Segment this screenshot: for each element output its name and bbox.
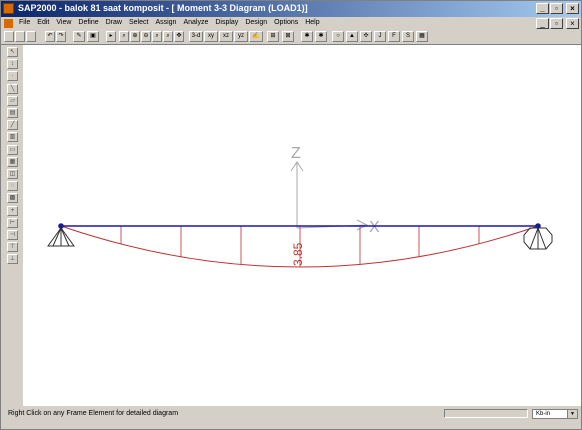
frame-forces-icon[interactable]: F	[388, 31, 400, 42]
menu-bar: File Edit View Define Draw Select Assign Analyz…	[1, 17, 581, 30]
sap2000-app-icon[interactable]	[3, 3, 14, 14]
doc-restore-button[interactable]: ▫	[550, 18, 563, 29]
new-file-icon[interactable]	[4, 31, 14, 42]
open-folder-icon[interactable]	[15, 31, 25, 42]
design-icon[interactable]: S	[402, 31, 414, 42]
zoom-previous-icon[interactable]: ⌕	[163, 31, 173, 42]
quick-frame-icon[interactable]: ▥	[7, 132, 18, 143]
show-deformed-shape-icon[interactable]: ▲	[346, 31, 358, 42]
snap-perpendicular-icon[interactable]: ⊥	[7, 254, 18, 265]
select-all-icon[interactable]: ▦	[7, 156, 18, 167]
status-bar: Right Click on any Frame Element for det…	[1, 407, 581, 429]
zoom-in-icon[interactable]: ⊕	[130, 31, 140, 42]
chevron-down-icon[interactable]: ▼	[567, 410, 577, 418]
pointer-icon[interactable]: ▸	[106, 31, 116, 42]
restore-button[interactable]: ▫	[550, 3, 563, 14]
menu-view[interactable]: View	[56, 19, 71, 26]
status-message: Right Click on any Frame Element for det…	[8, 410, 179, 417]
roller-support-right	[523, 227, 553, 250]
menu-help[interactable]: Help	[305, 19, 319, 26]
status-field	[444, 409, 528, 418]
view-yz-icon[interactable]: yz	[234, 31, 248, 42]
document-icon[interactable]	[4, 19, 13, 28]
move-up-icon[interactable]: ✱	[301, 31, 313, 42]
move-down-icon[interactable]: ✱	[315, 31, 327, 42]
menu-draw[interactable]: Draw	[106, 19, 122, 26]
view-xy-icon[interactable]: xy	[204, 31, 218, 42]
menu-design[interactable]: Design	[245, 19, 267, 26]
table-icon[interactable]: ▦	[416, 31, 428, 42]
minimize-button[interactable]: _	[536, 3, 549, 14]
doc-minimize-button[interactable]: _	[536, 18, 549, 29]
zoom-out-icon[interactable]: ⊖	[141, 31, 151, 42]
redo-icon[interactable]: ↷	[56, 31, 66, 42]
moment-diagram-svg: Z X 3.85	[47, 145, 553, 268]
member-forces-icon[interactable]: J	[374, 31, 386, 42]
get-previous-icon[interactable]: ◫	[7, 169, 18, 179]
snap-middle-icon[interactable]: ⊣	[7, 230, 18, 240]
snap-joint-icon[interactable]: +	[7, 205, 18, 216]
units-dropdown[interactable]: Kb-in ▼	[532, 409, 578, 419]
refresh-window-icon[interactable]: ▣	[87, 31, 99, 42]
save-icon[interactable]	[26, 31, 36, 42]
show-forces-icon[interactable]: ✣	[360, 31, 372, 42]
menu-items: File Edit View Define Draw Select Assign Analyz…	[19, 19, 320, 26]
max-moment-label: 3.85	[291, 242, 305, 266]
snap-end-icon[interactable]: ⊢	[7, 217, 18, 228]
select-pointer-icon[interactable]: ↖	[7, 47, 18, 57]
menu-file[interactable]: File	[19, 19, 30, 26]
units-value: Kb-in	[536, 411, 551, 417]
z-axis-label: Z	[291, 145, 301, 162]
doc-close-button[interactable]: ×	[566, 18, 579, 29]
joint-reactions-icon[interactable]: ○	[332, 31, 344, 42]
quick-draw-icon[interactable]: ▤	[7, 108, 18, 118]
reshape-icon[interactable]: ↕	[7, 59, 18, 70]
window-title: SAP2000 - balok 81 saat komposit - [ Mom…	[18, 3, 308, 13]
main-toolbar: ↶ ↷ ✎ ▣ ▸ ⌕ ⊕ ⊖ ⌕ ⌕ ✥ 3-d xy xz yz ✍ ⊞ ⊠ ✱ ✱ ○ ▲ ✣ J F S ▦	[1, 30, 581, 45]
rubber-band-icon[interactable]: ✍	[249, 31, 263, 42]
menu-define[interactable]: Define	[78, 19, 98, 26]
menu-analyze[interactable]: Analyze	[183, 19, 208, 26]
rectangle-shell-icon[interactable]: ▭	[7, 144, 18, 155]
draw-frame-icon[interactable]: ╲	[7, 83, 18, 94]
element-shrink-icon[interactable]: ⊞	[267, 31, 279, 42]
model-view-canvas[interactable]: Z X 3.85	[23, 45, 581, 406]
document-controls: _ ▫ ×	[536, 18, 579, 29]
draw-toolbar: ↖ ↕ · ╲ ▱ ▤ ╱ ▥ ▭ ▦ ◫ ◌ ▩ + ⊢ ⊣ ⊤ ⊥	[1, 45, 24, 406]
menu-options[interactable]: Options	[274, 19, 298, 26]
menu-edit[interactable]: Edit	[37, 19, 49, 26]
zoom-restore-icon[interactable]: ⌕	[152, 31, 162, 42]
x-axis-label: X	[369, 219, 380, 236]
draw-shell-icon[interactable]: ▱	[7, 95, 18, 106]
window-controls: _ ▫ ×	[536, 3, 579, 14]
draw-joint-icon[interactable]: ·	[7, 71, 18, 82]
snap-intersection-icon[interactable]: ⊤	[7, 242, 18, 253]
menu-assign[interactable]: Assign	[155, 19, 176, 26]
view-xz-icon[interactable]: xz	[219, 31, 233, 42]
title-bar: SAP2000 - balok 81 saat komposit - [ Mom…	[1, 1, 581, 17]
pencil-icon[interactable]: ✎	[73, 31, 85, 42]
menu-select[interactable]: Select	[129, 19, 148, 26]
show-deformed-icon[interactable]: ⊠	[282, 31, 294, 42]
zoom-window-icon[interactable]: ⌕	[119, 31, 129, 42]
view-3d-icon[interactable]: 3-d	[189, 31, 203, 42]
pan-icon[interactable]: ✥	[174, 31, 184, 42]
sap2000-window: SAP2000 - balok 81 saat komposit - [ Mom…	[0, 0, 582, 430]
draw-line-icon[interactable]: ╱	[7, 120, 18, 131]
undo-icon[interactable]: ↶	[45, 31, 55, 42]
close-button[interactable]: ×	[566, 3, 579, 14]
intersecting-line-icon[interactable]: ▩	[7, 193, 18, 204]
pin-support-left	[47, 227, 75, 247]
clear-selection-icon[interactable]: ◌	[7, 181, 18, 192]
menu-display[interactable]: Display	[215, 19, 238, 26]
